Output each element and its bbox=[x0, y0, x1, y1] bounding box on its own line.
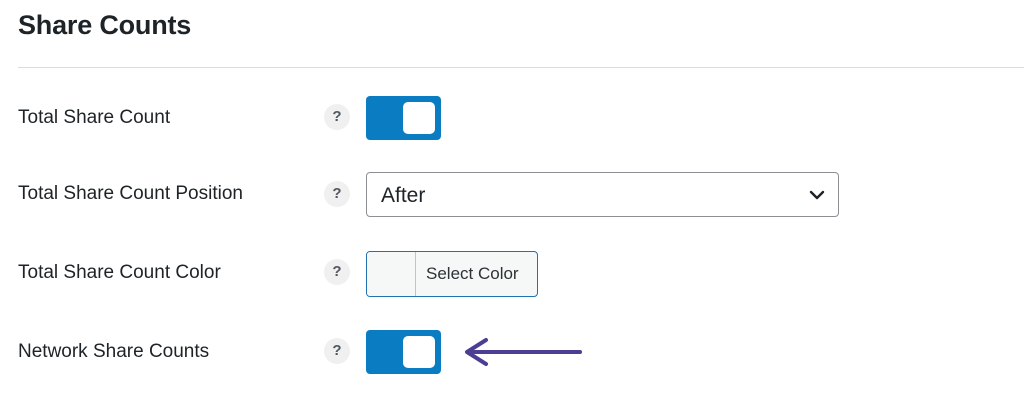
section-title: Share Counts bbox=[18, 10, 192, 40]
color-swatch[interactable] bbox=[367, 252, 416, 296]
select-value: After bbox=[381, 184, 426, 207]
total-share-count-position-label: Total Share Count Position bbox=[18, 183, 243, 204]
chevron-down-icon bbox=[809, 190, 825, 200]
total-share-count-color-help-icon[interactable]: ? bbox=[324, 259, 350, 285]
total-share-count-position-select[interactable]: After bbox=[366, 172, 839, 217]
total-share-count-help-icon[interactable]: ? bbox=[324, 104, 350, 130]
total-share-count-toggle[interactable] bbox=[366, 96, 441, 140]
network-share-counts-toggle[interactable] bbox=[366, 330, 441, 374]
total-share-count-label: Total Share Count bbox=[18, 107, 171, 128]
arrow-left-icon bbox=[465, 338, 582, 366]
total-share-count-position-help-icon[interactable]: ? bbox=[324, 181, 350, 207]
toggle-knob bbox=[403, 336, 435, 368]
total-share-count-color-picker[interactable]: Select Color bbox=[366, 251, 538, 297]
toggle-knob bbox=[403, 102, 435, 134]
network-share-counts-label: Network Share Counts bbox=[18, 341, 210, 362]
section-divider bbox=[18, 67, 1024, 68]
network-share-counts-help-icon[interactable]: ? bbox=[324, 338, 350, 364]
select-color-button[interactable]: Select Color bbox=[426, 264, 519, 284]
total-share-count-color-label: Total Share Count Color bbox=[18, 262, 221, 283]
